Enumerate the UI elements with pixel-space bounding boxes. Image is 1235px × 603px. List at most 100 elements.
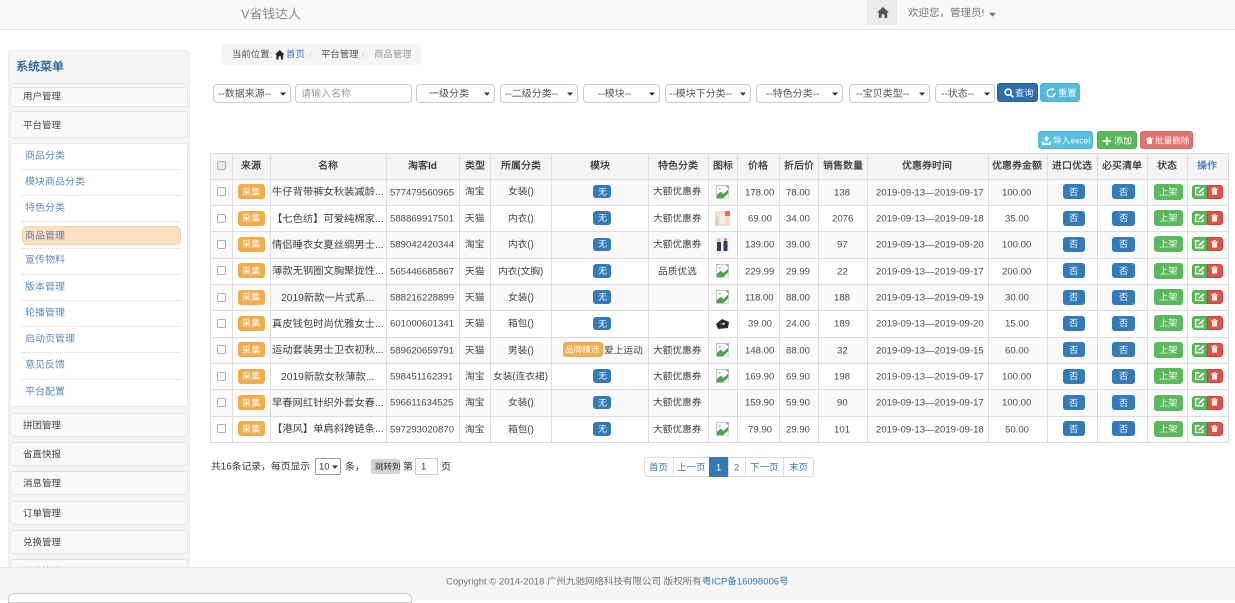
svg-text:88.00: 88.00 (786, 345, 810, 356)
svg-text:--: -- (218, 89, 225, 100)
svg-text:--: -- (726, 89, 733, 100)
svg-text:--: -- (669, 89, 676, 100)
svg-text:excel: excel (1070, 135, 1090, 145)
svg-text:50.00: 50.00 (1005, 424, 1029, 435)
svg-text:100.00: 100.00 (1002, 240, 1031, 251)
svg-text:...: ... (366, 372, 375, 383)
svg-text:138: 138 (834, 187, 850, 198)
svg-text:24.00: 24.00 (786, 319, 810, 330)
svg-text:178.00: 178.00 (745, 187, 774, 198)
svg-text:2019-09-13—2019-09-18: 2019-09-13—2019-09-18 (876, 424, 984, 435)
svg-text:34.00: 34.00 (786, 213, 810, 224)
svg-text:2019-09-13—2019-09-15: 2019-09-13—2019-09-15 (876, 345, 984, 356)
svg-text:/: / (309, 49, 312, 60)
svg-text:139.00: 139.00 (745, 240, 774, 251)
svg-text:2019-09-13—2019-09-19: 2019-09-13—2019-09-19 (876, 292, 984, 303)
svg-text:(: ( (517, 266, 521, 277)
svg-text:!: ! (982, 7, 985, 19)
svg-text:78.00: 78.00 (786, 187, 810, 198)
svg-text:90: 90 (837, 398, 848, 409)
svg-text:118.00: 118.00 (745, 292, 774, 303)
svg-text:2019-09-13—2019-09-18: 2019-09-13—2019-09-18 (876, 213, 984, 224)
svg-text:--: -- (624, 89, 631, 100)
svg-text:1: 1 (716, 462, 721, 473)
svg-text:59.90: 59.90 (786, 398, 810, 409)
svg-text:--: -- (552, 89, 559, 100)
svg-text:601000601341: 601000601341 (390, 319, 454, 330)
svg-text:97: 97 (837, 240, 848, 251)
svg-text:...: ... (375, 424, 384, 435)
svg-text:...: ... (375, 266, 384, 277)
svg-text:2019-09-13—2019-09-17: 2019-09-13—2019-09-17 (876, 266, 984, 277)
svg-text:...: ... (375, 398, 384, 409)
svg-text:2: 2 (734, 462, 739, 473)
svg-text:(): () (527, 213, 533, 224)
svg-text:(): () (527, 187, 533, 198)
svg-text:200.00: 200.00 (1002, 266, 1031, 277)
svg-text:596611634525: 596611634525 (390, 398, 453, 409)
svg-text:2019-09-13—2019-09-17: 2019-09-13—2019-09-17 (876, 398, 984, 409)
svg-text::: : (269, 49, 272, 60)
svg-text:588216228899: 588216228899 (390, 292, 454, 303)
svg-text:229.99: 229.99 (745, 266, 774, 277)
svg-text:...: ... (375, 187, 384, 198)
svg-text:...: ... (375, 240, 384, 251)
svg-text:39.00: 39.00 (748, 319, 772, 330)
svg-text:...: ... (375, 214, 384, 225)
svg-text:159.90: 159.90 (745, 398, 774, 409)
svg-text:(: ( (513, 371, 517, 382)
svg-text:10: 10 (319, 462, 330, 473)
svg-text:(): () (527, 240, 533, 251)
svg-text:2019-09-13—2019-09-20: 2019-09-13—2019-09-20 (876, 240, 984, 251)
svg-text:...: ... (375, 345, 384, 356)
svg-text:...: ... (375, 319, 384, 330)
svg-text:2076: 2076 (832, 213, 853, 224)
svg-text:Id: Id (428, 161, 437, 172)
svg-text:2019-09-13—2019-09-17: 2019-09-13—2019-09-17 (876, 187, 984, 198)
svg-text:100.00: 100.00 (1002, 398, 1031, 409)
svg-text:Copyright © 2014-2018: Copyright © 2014-2018 (446, 576, 544, 587)
svg-text:2019-09-13—2019-09-20: 2019-09-13—2019-09-20 (876, 319, 984, 330)
svg-text:--: -- (856, 89, 863, 100)
svg-text:29.99: 29.99 (786, 266, 810, 277)
svg-text:/: / (362, 49, 365, 60)
svg-text:(): () (527, 292, 533, 303)
svg-text:101: 101 (834, 424, 850, 435)
svg-text:60.00: 60.00 (1005, 345, 1029, 356)
svg-text:32: 32 (837, 345, 848, 356)
svg-text:198: 198 (834, 371, 850, 382)
svg-text:--: -- (766, 89, 773, 100)
svg-text:69.00: 69.00 (748, 213, 772, 224)
svg-text:598451162391: 598451162391 (390, 371, 453, 382)
svg-text:--: -- (941, 89, 948, 100)
svg-text:(): () (527, 424, 533, 435)
svg-text:(): () (527, 398, 533, 409)
svg-text:--: -- (598, 89, 605, 100)
svg-text:589042420344: 589042420344 (390, 240, 455, 251)
svg-text:16: 16 (221, 462, 232, 473)
svg-text:--: -- (265, 89, 272, 100)
svg-text:565446685867: 565446685867 (390, 266, 454, 277)
svg-text:): ) (540, 266, 543, 277)
svg-text:): ) (545, 371, 548, 382)
svg-text:V: V (241, 6, 250, 21)
svg-text:--: -- (902, 89, 909, 100)
svg-text:2019: 2019 (281, 293, 304, 304)
svg-text:88.00: 88.00 (786, 292, 810, 303)
svg-text:1: 1 (421, 462, 426, 473)
svg-text:39.00: 39.00 (786, 240, 810, 251)
svg-text:--: -- (968, 89, 975, 100)
svg-text:(): () (527, 345, 533, 356)
svg-text:ICP: ICP (712, 576, 728, 587)
svg-text:35.00: 35.00 (1005, 213, 1029, 224)
svg-text:100.00: 100.00 (1002, 371, 1031, 382)
svg-text:100.00: 100.00 (1002, 187, 1031, 198)
svg-text:597293020870: 597293020870 (390, 424, 454, 435)
svg-text:69.90: 69.90 (786, 371, 810, 382)
svg-text:2019-09-13—2019-09-17: 2019-09-13—2019-09-17 (876, 371, 984, 382)
svg-text:2019: 2019 (281, 372, 304, 383)
svg-text:189: 189 (834, 319, 850, 330)
svg-text:30.00: 30.00 (1005, 292, 1029, 303)
svg-text:--: -- (812, 89, 819, 100)
svg-text:29.90: 29.90 (786, 424, 810, 435)
